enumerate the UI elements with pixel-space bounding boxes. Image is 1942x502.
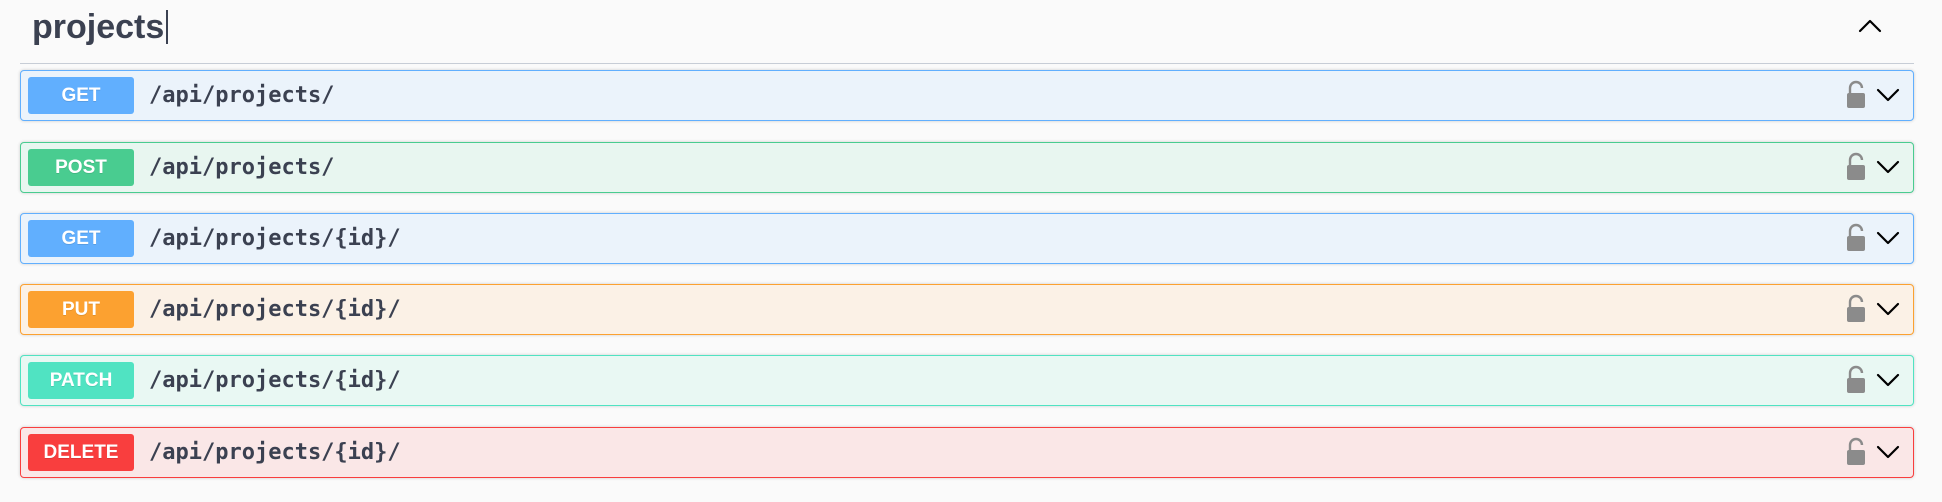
operation-path: /api/projects/{id}/ [149, 226, 401, 251]
method-badge: POST [28, 149, 134, 186]
collapse-button[interactable] [1854, 12, 1886, 40]
unlocked-icon[interactable] [1845, 294, 1867, 324]
section-title-text: projects [32, 8, 165, 46]
method-badge: GET [28, 220, 134, 257]
method-badge: PATCH [28, 362, 134, 399]
operation-delete-project[interactable]: DELETE /api/projects/{id}/ [20, 427, 1914, 478]
section-title: projects [32, 4, 169, 50]
method-badge: DELETE [28, 434, 134, 471]
chevron-down-icon[interactable] [1875, 299, 1901, 319]
method-badge: GET [28, 77, 134, 114]
operation-path: /api/projects/{id}/ [149, 297, 401, 322]
chevron-down-icon[interactable] [1875, 228, 1901, 248]
projects-section: projects GET /api/projects/ POST /api/pr… [20, 0, 1914, 478]
operation-get-projects[interactable]: GET /api/projects/ [20, 70, 1914, 121]
unlocked-icon[interactable] [1845, 152, 1867, 182]
chevron-down-icon[interactable] [1875, 157, 1901, 177]
operation-put-project[interactable]: PUT /api/projects/{id}/ [20, 284, 1914, 335]
chevron-down-icon[interactable] [1875, 442, 1901, 462]
operation-path: /api/projects/ [149, 155, 335, 180]
operation-path: /api/projects/{id}/ [149, 440, 401, 465]
unlocked-icon[interactable] [1845, 437, 1867, 467]
section-header[interactable]: projects [20, 0, 1914, 64]
operation-post-projects[interactable]: POST /api/projects/ [20, 142, 1914, 193]
operation-get-project-by-id[interactable]: GET /api/projects/{id}/ [20, 213, 1914, 264]
chevron-down-icon[interactable] [1875, 85, 1901, 105]
operation-path: /api/projects/ [149, 83, 335, 108]
operation-path: /api/projects/{id}/ [149, 368, 401, 393]
method-badge: PUT [28, 291, 134, 328]
unlocked-icon[interactable] [1845, 223, 1867, 253]
unlocked-icon[interactable] [1845, 365, 1867, 395]
unlocked-icon[interactable] [1845, 80, 1867, 110]
chevron-down-icon[interactable] [1875, 370, 1901, 390]
text-cursor [166, 10, 169, 44]
chevron-up-icon [1858, 19, 1882, 33]
operation-patch-project[interactable]: PATCH /api/projects/{id}/ [20, 355, 1914, 406]
